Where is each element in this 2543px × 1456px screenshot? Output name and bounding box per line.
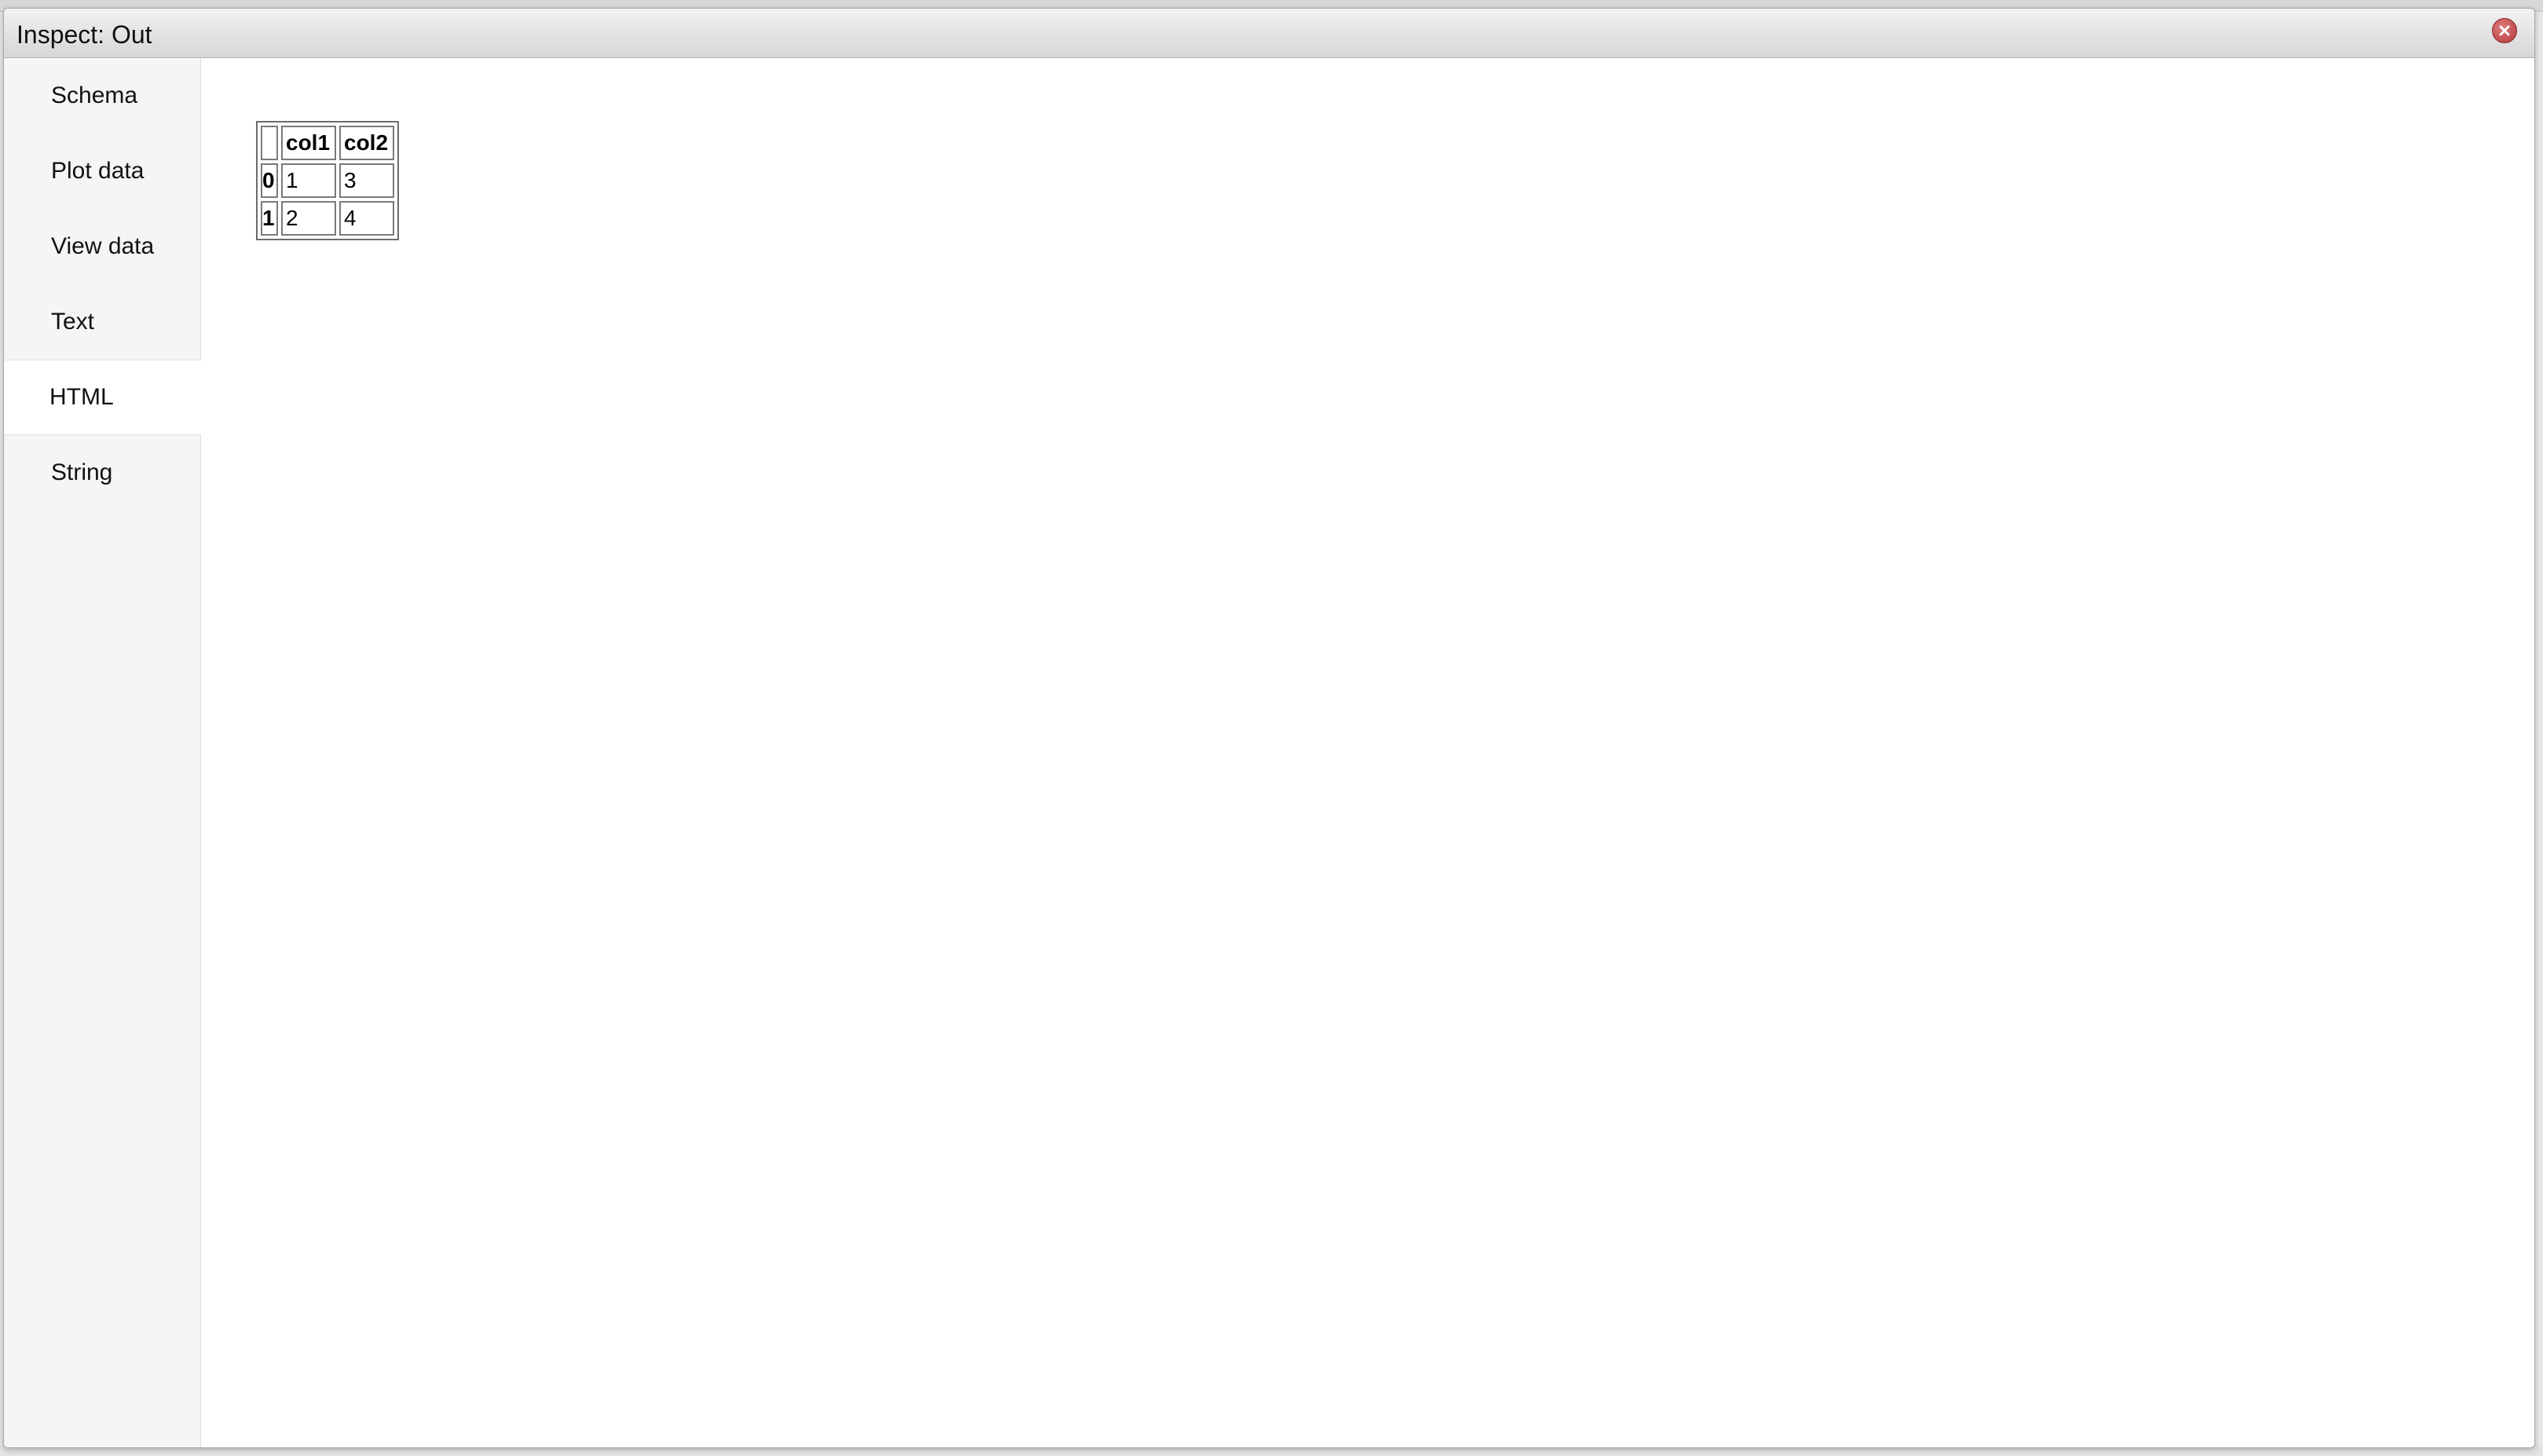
table-cell: 2 xyxy=(281,201,336,236)
close-button[interactable] xyxy=(2492,18,2517,43)
inspect-sidebar: Schema Plot data View data Text HTML Str… xyxy=(4,58,201,1447)
table-cell: 4 xyxy=(339,201,394,236)
dataframe-table: col1 col2 0 1 3 1 2 4 xyxy=(256,121,399,240)
table-row: 0 1 3 xyxy=(261,163,394,198)
dialog-titlebar[interactable]: Inspect: Out xyxy=(4,9,2534,58)
sidebar-item-label: String xyxy=(51,459,113,485)
close-icon xyxy=(2499,25,2510,36)
dialog-title: Inspect: Out xyxy=(16,20,152,49)
column-header: col1 xyxy=(281,126,336,160)
sidebar-item-text[interactable]: Text xyxy=(4,284,200,360)
sidebar-item-schema[interactable]: Schema xyxy=(4,58,200,134)
sidebar-item-html[interactable]: HTML xyxy=(4,360,201,435)
table-header-row: col1 col2 xyxy=(261,126,394,160)
table-row: 1 2 4 xyxy=(261,201,394,236)
inspect-dialog: Inspect: Out Schema Plot data View data … xyxy=(3,8,2535,1448)
row-index: 0 xyxy=(261,163,278,198)
sidebar-item-view-data[interactable]: View data xyxy=(4,209,200,284)
sidebar-item-label: Text xyxy=(51,309,95,335)
sidebar-item-label: Schema xyxy=(51,82,138,108)
table-cell: 3 xyxy=(339,163,394,198)
table-corner-cell xyxy=(261,126,278,160)
sidebar-item-plot-data[interactable]: Plot data xyxy=(4,134,200,209)
row-index: 1 xyxy=(261,201,278,236)
column-header: col2 xyxy=(339,126,394,160)
html-view-pane: col1 col2 0 1 3 1 2 4 xyxy=(201,58,2534,1447)
table-cell: 1 xyxy=(281,163,336,198)
sidebar-item-label: View data xyxy=(51,233,155,259)
sidebar-item-string[interactable]: String xyxy=(4,435,200,510)
sidebar-item-label: Plot data xyxy=(51,158,145,184)
sidebar-item-label: HTML xyxy=(49,384,114,410)
